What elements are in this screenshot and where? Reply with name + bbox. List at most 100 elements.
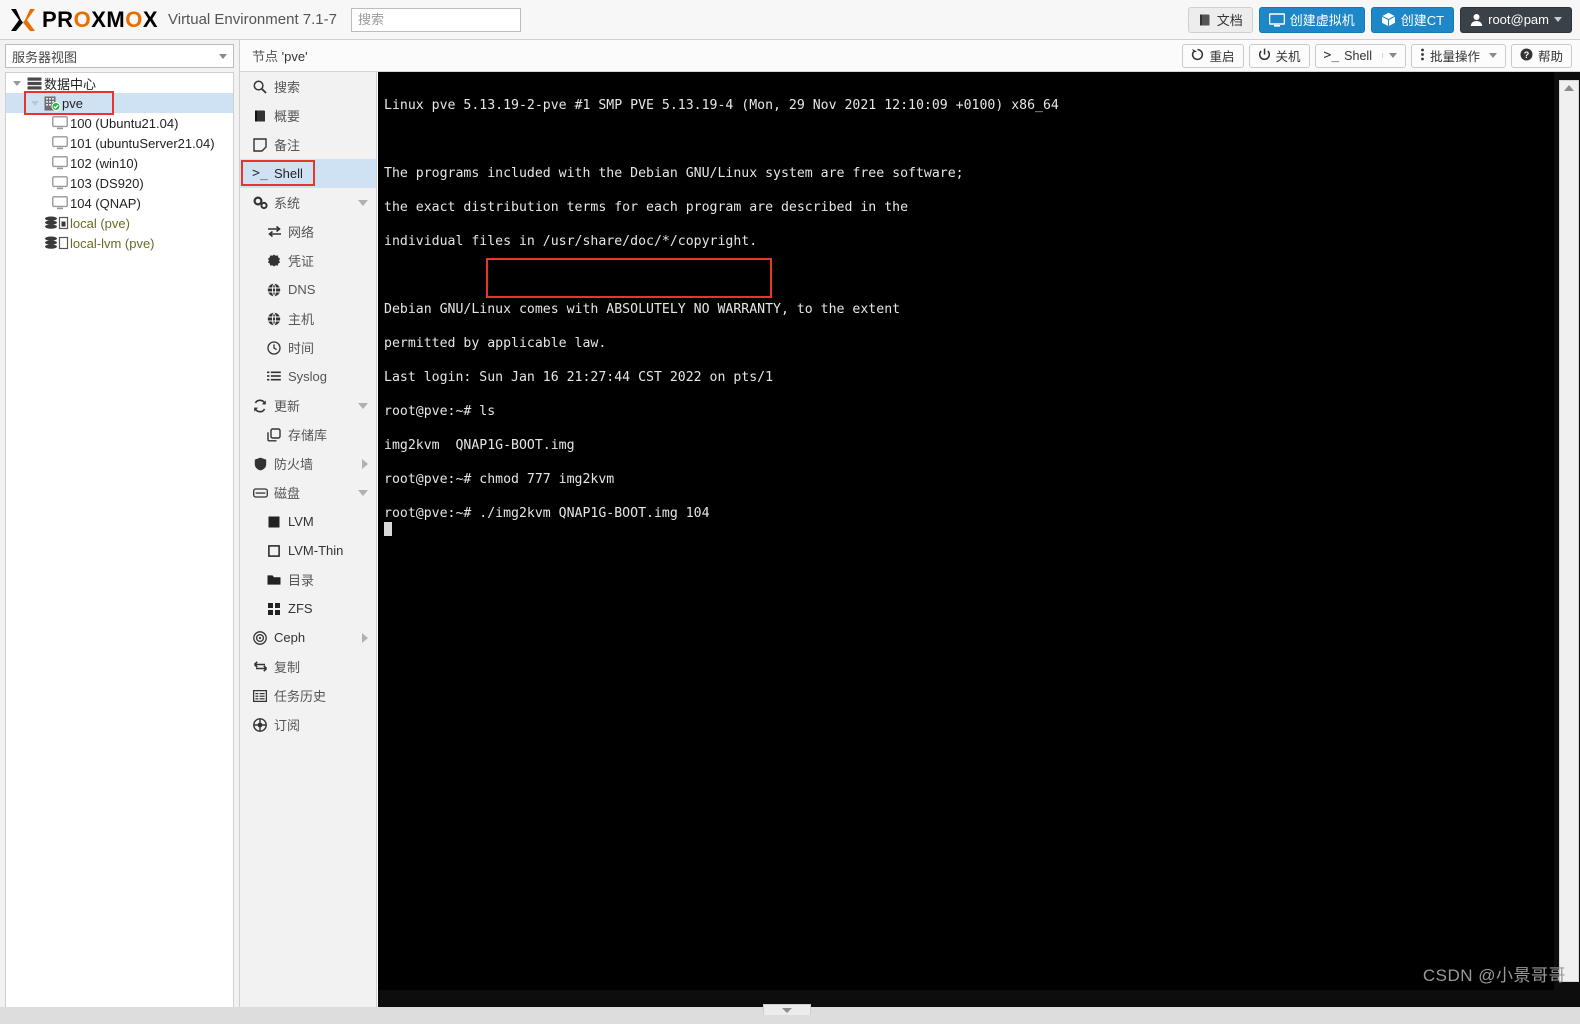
terminal-line: The programs included with the Debian GN… <box>384 166 964 181</box>
help-icon: ? <box>1520 48 1533 64</box>
shell-prompt-icon: >_ <box>1323 48 1340 63</box>
menu-item-replication[interactable]: 复制 <box>240 652 376 681</box>
help-button[interactable]: ? 帮助 <box>1510 43 1572 68</box>
chevron-down-icon <box>1488 53 1497 58</box>
menu-item-repositories[interactable]: 存储库 <box>240 420 376 449</box>
tree-item-datacenter[interactable]: 数据中心 <box>6 73 233 93</box>
menu-item-label: 备注 <box>274 138 301 153</box>
server-view-label: 服务器视图 <box>12 49 78 65</box>
certificate-icon <box>264 254 284 268</box>
tree-item-label: 102 (win10) <box>70 155 138 171</box>
terminal-line: img2kvm QNAP1G-BOOT.img <box>384 438 575 453</box>
menu-item-label: 任务历史 <box>274 689 327 704</box>
chevron-down-icon <box>782 1007 792 1013</box>
menu-item-time[interactable]: 时间 <box>240 333 376 362</box>
logo-o1: O <box>73 6 92 32</box>
chevron-down-icon <box>1554 17 1562 22</box>
node-toolbar-actions: 重启 关机 >_ Shell 批量操作 ? 帮助 <box>1182 43 1580 68</box>
vm-icon <box>50 116 70 130</box>
shell-prompt-icon: >_ <box>252 166 268 181</box>
create-vm-label: 创建虚拟机 <box>1289 13 1355 28</box>
menu-item-label: Ceph <box>274 630 306 645</box>
expand-arrow-icon[interactable] <box>10 80 24 86</box>
user-menu-label: root@pam <box>1488 12 1549 27</box>
menu-item-hosts[interactable]: 主机 <box>240 304 376 333</box>
chevron-down-icon[interactable] <box>358 199 368 206</box>
menu-item-network[interactable]: 网络 <box>240 217 376 246</box>
menu-item-label: 时间 <box>288 341 315 356</box>
kebab-icon <box>1420 48 1425 64</box>
vm-icon <box>50 176 70 190</box>
storage-icon <box>44 216 70 230</box>
shell-dropdown-toggle[interactable] <box>1381 53 1397 58</box>
shell-button[interactable]: >_ Shell <box>1314 43 1406 68</box>
menu-item-summary[interactable]: 概要 <box>240 101 376 130</box>
menu-item-system[interactable]: 系统 <box>240 188 376 217</box>
chevron-down-icon[interactable] <box>358 489 368 496</box>
menu-item-updates[interactable]: 更新 <box>240 391 376 420</box>
shield-icon <box>250 457 270 471</box>
vm-icon <box>50 136 70 150</box>
repository-icon <box>264 427 284 442</box>
tree-item-storage-local-lvm[interactable]: local-lvm (pve) <box>6 233 233 253</box>
menu-item-lvm[interactable]: LVM <box>240 507 376 536</box>
create-ct-label: 创建CT <box>1400 13 1445 28</box>
menu-item-label: 概要 <box>274 109 301 124</box>
menu-item-directory[interactable]: 目录 <box>240 565 376 594</box>
menu-item-dns[interactable]: DNS <box>240 275 376 304</box>
menu-item-firewall[interactable]: 防火墙 <box>240 449 376 478</box>
globe-icon <box>264 311 284 326</box>
chevron-down-icon[interactable] <box>358 402 368 409</box>
user-icon <box>1470 13 1483 26</box>
create-ct-button[interactable]: 创建CT <box>1370 6 1455 33</box>
logo-x-letter: X <box>142 6 158 32</box>
search-input[interactable] <box>350 7 521 32</box>
menu-item-subscription[interactable]: 订阅 <box>240 710 376 739</box>
menu-item-label: 存储库 <box>288 428 328 443</box>
tree-item-storage-local[interactable]: local (pve) <box>6 213 233 233</box>
tree-item-vm-100[interactable]: 100 (Ubuntu21.04) <box>6 113 233 133</box>
terminal-output[interactable]: Linux pve 5.13.19-2-pve #1 SMP PVE 5.13.… <box>378 72 1554 990</box>
menu-item-syslog[interactable]: Syslog <box>240 362 376 391</box>
tree-item-vm-103[interactable]: 103 (DS920) <box>6 173 233 193</box>
tree-item-vm-102[interactable]: 102 (win10) <box>6 153 233 173</box>
server-view-select[interactable]: 服务器视图 <box>5 44 234 68</box>
menu-item-task-history[interactable]: 任务历史 <box>240 681 376 710</box>
book-icon <box>250 109 270 123</box>
tree-item-pve[interactable]: pve <box>6 91 233 115</box>
top-header: PROXMOX Virtual Environment 7.1-7 文档 创建虚… <box>0 0 1580 40</box>
expand-arrow-icon[interactable] <box>28 100 42 106</box>
network-icon <box>264 225 284 238</box>
menu-item-label: DNS <box>288 282 316 297</box>
documentation-button[interactable]: 文档 <box>1187 6 1253 33</box>
restart-button[interactable]: 重启 <box>1182 43 1244 68</box>
chevron-right-icon[interactable] <box>362 458 368 469</box>
shutdown-button[interactable]: 关机 <box>1248 43 1310 68</box>
user-menu-button[interactable]: root@pam <box>1460 6 1572 33</box>
menu-item-notes[interactable]: 备注 <box>240 130 376 159</box>
menu-item-search[interactable]: 搜索 <box>240 72 376 101</box>
menu-item-label: 搜索 <box>274 80 301 95</box>
menu-item-label: LVM-Thin <box>288 543 344 558</box>
tree-item-label: 数据中心 <box>44 76 97 92</box>
menu-item-lvm-thin[interactable]: LVM-Thin <box>240 536 376 565</box>
terminal-vertical-scrollbar[interactable] <box>1559 80 1579 982</box>
menu-item-shell[interactable]: >_ Shell <box>240 159 376 188</box>
chevron-right-icon[interactable] <box>362 632 368 643</box>
vm-icon <box>50 196 70 210</box>
menu-item-ceph[interactable]: Ceph <box>240 623 376 652</box>
tree-item-vm-104[interactable]: 104 (QNAP) <box>6 193 233 213</box>
menu-item-label: Shell <box>274 166 303 181</box>
menu-item-disks[interactable]: 磁盘 <box>240 478 376 507</box>
header-actions: 文档 创建虚拟机 创建CT root@pam <box>1187 6 1580 33</box>
menu-item-label: 防火墙 <box>274 457 314 472</box>
scroll-up-arrow-icon[interactable] <box>1564 85 1574 91</box>
tree-item-vm-101[interactable]: 101 (ubuntuServer21.04) <box>6 133 233 153</box>
panel-collapse-handle[interactable] <box>763 1004 811 1015</box>
sidebar: 服务器视图 数据中心 pve 100 (Ubuntu21.04) 101 (ub… <box>0 40 240 1024</box>
datacenter-icon <box>24 77 44 90</box>
menu-item-certificates[interactable]: 凭证 <box>240 246 376 275</box>
bulk-actions-button[interactable]: 批量操作 <box>1410 43 1506 68</box>
create-vm-button[interactable]: 创建虚拟机 <box>1258 6 1365 33</box>
menu-item-zfs[interactable]: ZFS <box>240 594 376 623</box>
